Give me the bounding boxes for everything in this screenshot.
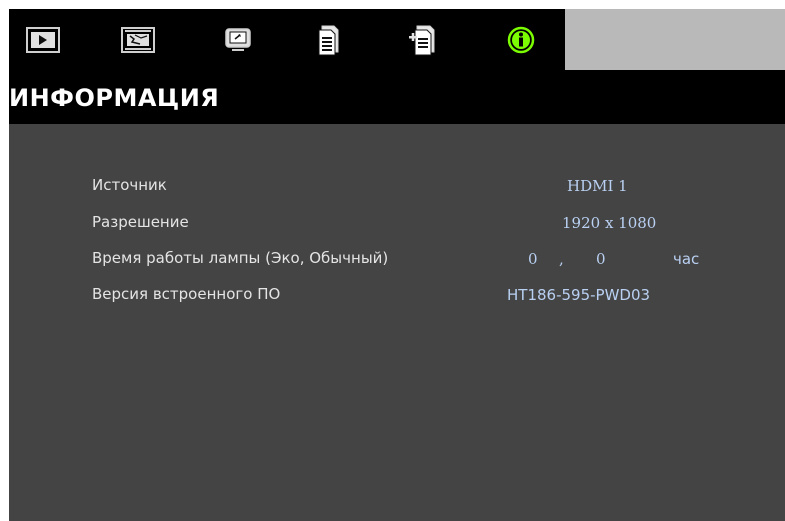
source-value: HDMI 1 [567, 177, 628, 195]
lamp-hours-unit: час [673, 250, 700, 268]
tab-picture[interactable] [9, 9, 76, 70]
document-add-icon [408, 25, 434, 55]
page-header: ИНФОРМАЦИЯ [9, 70, 785, 124]
page-title: ИНФОРМАЦИЯ [9, 84, 220, 112]
tab-bar-empty-area [565, 9, 785, 70]
tab-image[interactable] [104, 9, 171, 70]
firmware-value: HT186-595-PWD03 [507, 286, 651, 304]
lamp-hours-normal-value: 0 [596, 250, 606, 268]
firmware-label: Версия встроенного ПО [92, 285, 281, 303]
lamp-hours-label: Время работы лампы (Эко, Обычный) [92, 249, 389, 267]
menu-tab-bar [9, 9, 785, 70]
video-play-icon [25, 26, 60, 53]
film-image-icon [120, 26, 155, 53]
display-screen-icon [224, 27, 251, 51]
osd-screen: ИНФОРМАЦИЯ Источник HDMI 1 Разрешение 19… [9, 9, 785, 521]
resolution-value: 1920 x 1080 [562, 214, 657, 232]
source-label: Источник [92, 176, 167, 194]
resolution-label: Разрешение [92, 213, 189, 231]
tab-information[interactable] [487, 9, 554, 70]
tab-display[interactable] [204, 9, 271, 70]
lamp-hours-separator: , [559, 250, 564, 268]
document-settings-icon [318, 25, 338, 55]
tab-setup[interactable] [295, 9, 362, 70]
info-icon [507, 26, 534, 53]
tab-options[interactable] [389, 9, 456, 70]
lamp-hours-eco-value: 0 [528, 250, 538, 268]
